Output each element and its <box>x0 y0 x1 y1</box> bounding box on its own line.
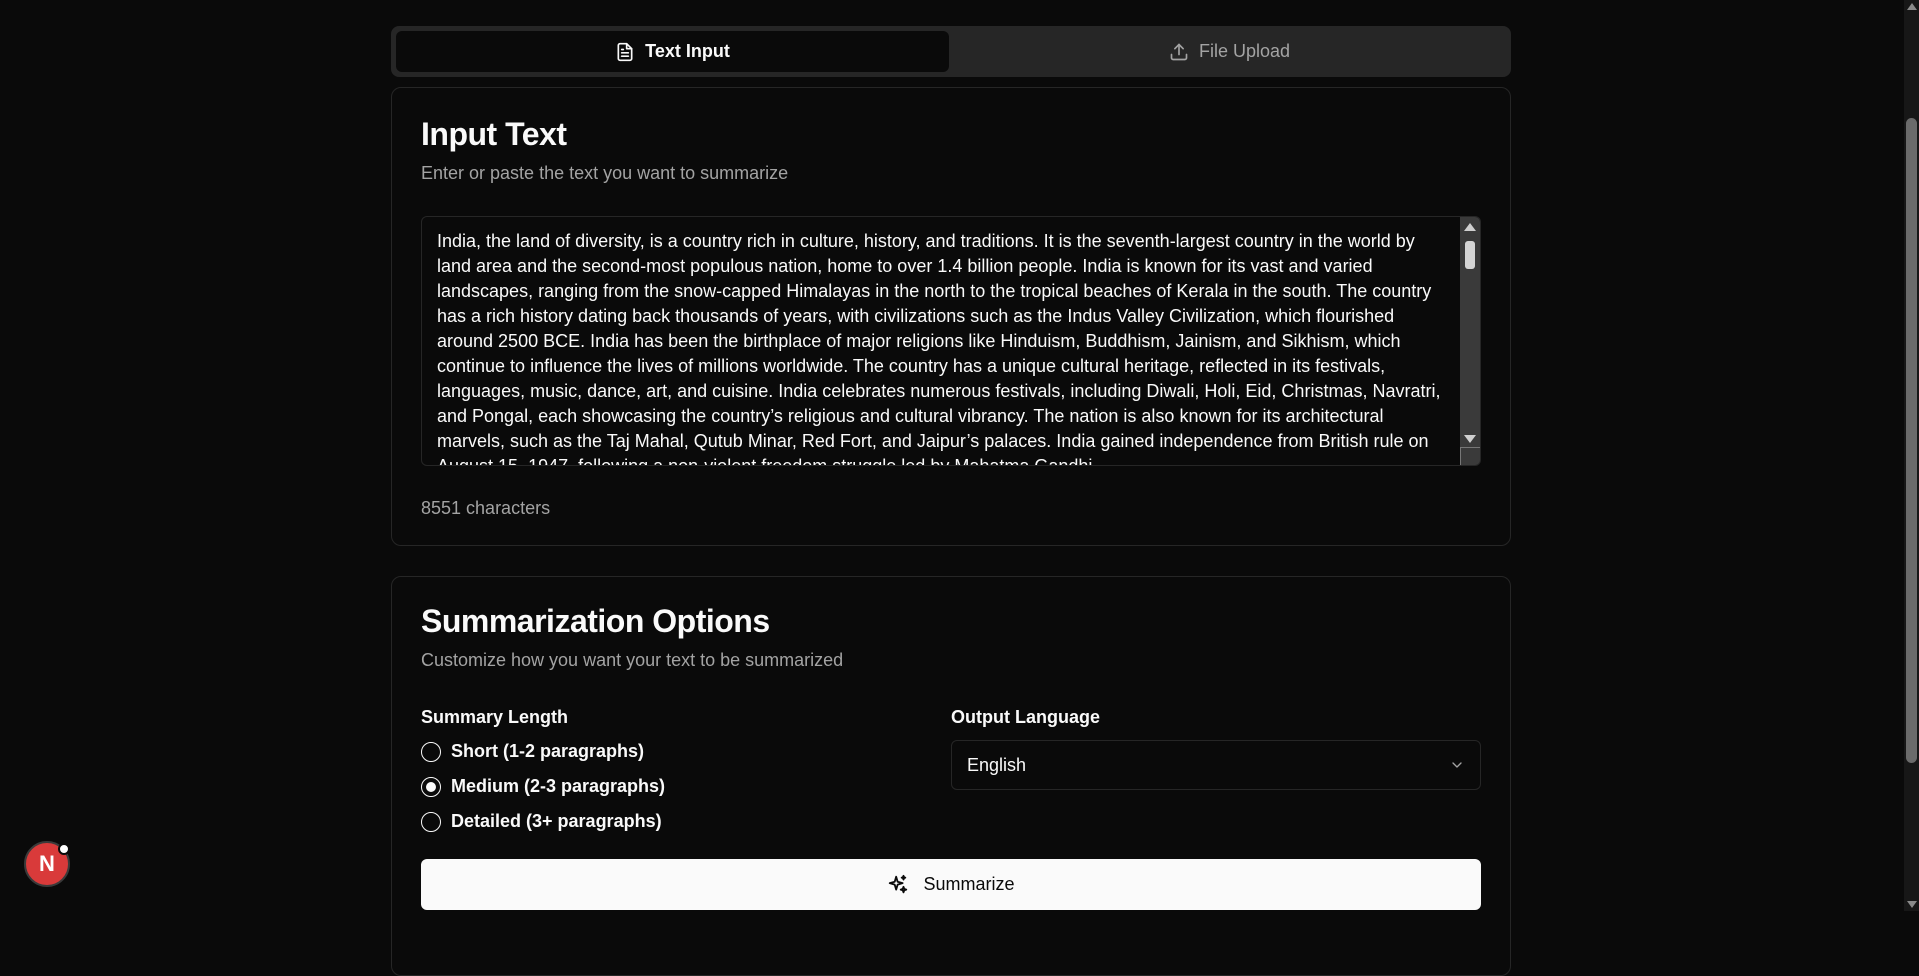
summarize-button-label: Summarize <box>923 874 1015 894</box>
options-row: Summary Length Short (1-2 paragraphs) Me… <box>421 707 1481 833</box>
radio-detailed[interactable]: Detailed (3+ paragraphs) <box>421 810 951 833</box>
card-description: Enter or paste the text you want to summ… <box>421 163 789 183</box>
page-scroll-thumb[interactable] <box>1906 118 1917 763</box>
scroll-up-arrow-icon[interactable] <box>1464 223 1476 231</box>
tab-label: File Upload <box>1198 41 1291 61</box>
upload-icon <box>1170 43 1188 60</box>
tab-label: Text Input <box>645 41 730 61</box>
language-select[interactable]: English <box>951 740 1481 790</box>
output-language-label: Output Language <box>951 707 1100 727</box>
text-input-area[interactable]: India, the land of diversity, is a count… <box>421 216 1481 466</box>
radio-medium[interactable]: Medium (2-3 paragraphs) <box>421 775 951 798</box>
radio-short[interactable]: Short (1-2 paragraphs) <box>421 740 951 763</box>
textarea-content[interactable]: India, the land of diversity, is a count… <box>422 217 1458 465</box>
summarize-button[interactable]: Summarize <box>421 859 1481 910</box>
card-title: Input Text <box>421 116 567 152</box>
nextjs-dev-badge[interactable]: N <box>24 841 70 887</box>
input-text-card: Input Text Enter or paste the text you w… <box>391 87 1511 546</box>
card-description: Customize how you want your text to be s… <box>421 650 844 670</box>
chevron-down-icon <box>1452 762 1462 768</box>
summary-length-group: Summary Length Short (1-2 paragraphs) Me… <box>421 707 951 833</box>
notification-dot <box>58 843 70 855</box>
tab-file-upload[interactable]: File Upload <box>953 31 1506 72</box>
radio-button[interactable] <box>421 741 441 762</box>
card-title: Summarization Options <box>421 603 770 639</box>
badge-letter: N <box>39 851 55 876</box>
selected-language: English <box>967 754 1027 775</box>
radio-button[interactable] <box>421 811 441 832</box>
input-mode-tabs: Text Input File Upload <box>391 26 1511 77</box>
sparkles-icon <box>889 874 908 893</box>
tab-text-input[interactable]: Text Input <box>396 31 949 72</box>
radio-label: Short (1-2 paragraphs) <box>451 741 645 761</box>
page-scrollbar[interactable] <box>1904 0 1919 911</box>
radio-button[interactable] <box>421 776 441 797</box>
radio-label: Medium (2-3 paragraphs) <box>451 776 666 796</box>
page-scroll-up-icon[interactable] <box>1907 3 1917 10</box>
output-language-group: Output Language English <box>951 707 1481 833</box>
scroll-down-arrow-icon[interactable] <box>1464 435 1476 443</box>
scroll-thumb[interactable] <box>1465 241 1475 269</box>
radio-label: Detailed (3+ paragraphs) <box>451 811 662 831</box>
summary-length-label: Summary Length <box>421 707 569 727</box>
page-scroll-down-icon[interactable] <box>1907 901 1917 908</box>
textarea-scrollbar[interactable] <box>1460 217 1480 465</box>
resize-handle[interactable] <box>1460 447 1480 465</box>
character-count: 8551 characters <box>421 498 551 518</box>
file-text-icon <box>617 42 633 61</box>
summarization-options-card: Summarization Options Customize how you … <box>391 576 1511 976</box>
main-container: Text Input File Upload Input Text Enter … <box>391 26 1511 976</box>
